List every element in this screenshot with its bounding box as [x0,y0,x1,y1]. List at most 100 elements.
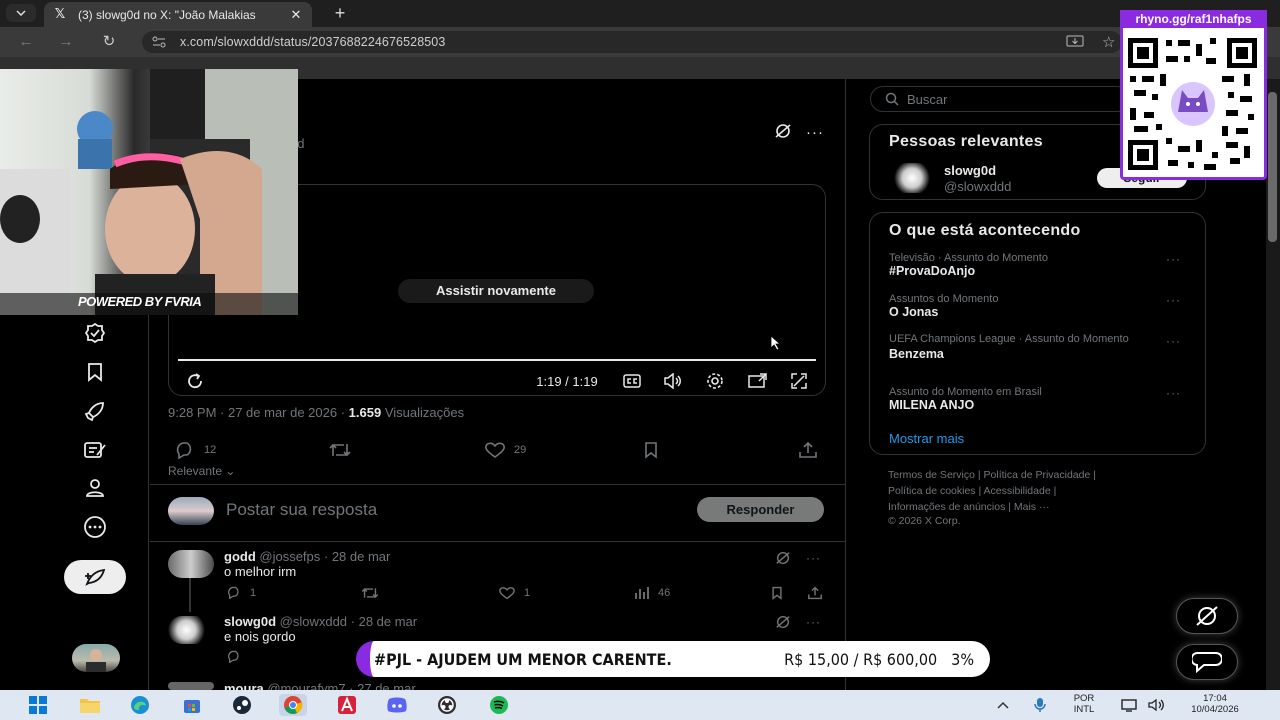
tab-search-dropdown[interactable] [6,4,36,22]
reply-author-handle[interactable]: @slowxddd · 28 de mar [280,614,417,629]
more-nav-icon[interactable] [80,514,110,540]
windows-start-icon[interactable] [24,694,52,716]
search-bar[interactable]: Buscar [870,86,1130,112]
browser-tab-active[interactable]: 𝕏 (3) slowg0d no X: "João Malakias ✕ [44,2,312,27]
trend-more-icon[interactable]: ··· [1166,252,1181,266]
input-language[interactable]: POR INTL [1066,693,1102,715]
clock[interactable]: 17:04 10/04/2026 [1180,693,1250,715]
verified-nav-icon[interactable] [80,320,110,346]
bookmarks-nav-icon[interactable] [80,359,110,385]
fullscreen-icon[interactable] [789,372,809,390]
trend-item[interactable]: Assunto do Momento em Brasil MILENA ANJO [889,386,1149,412]
reply-more-icon[interactable]: ··· [806,551,821,565]
articles-nav-icon[interactable] [80,437,110,463]
app-a-icon[interactable] [333,694,361,716]
user-avatar[interactable] [168,497,214,525]
reply-action-share[interactable] [807,586,823,600]
microphone-icon[interactable] [1026,694,1054,716]
reply-submit-button[interactable]: Responder [697,497,824,522]
reply-action[interactable]: 12 [174,440,216,460]
trend-name: MILENA ANJO [889,398,975,412]
bookmark-star-icon[interactable]: ☆ [1102,33,1115,51]
reload-icon[interactable]: ↻ [99,33,119,51]
reply-composer-input[interactable]: Postar sua resposta [226,500,377,520]
discord-icon[interactable] [383,694,411,716]
video-progress-bar[interactable] [178,359,816,361]
account-avatar[interactable] [72,644,120,672]
bookmark-action[interactable] [642,440,660,460]
repost-action[interactable] [328,440,360,460]
person-avatar[interactable] [889,163,935,193]
like-action[interactable]: 29 [484,440,526,460]
file-explorer-icon[interactable] [76,694,104,716]
reply-action-reply[interactable] [226,650,242,663]
captions-icon[interactable] [622,372,642,390]
person-name[interactable]: slowg0d [944,163,996,178]
grok-fab-button[interactable] [1176,598,1238,634]
reply-more-icon[interactable]: ··· [806,615,821,629]
rocket-nav-icon[interactable] [80,398,110,424]
picture-in-picture-icon[interactable] [748,372,768,390]
footer-accessibility-link[interactable]: Acessibilidade [984,485,1051,497]
reply-author-handle[interactable]: @mourafym7 · 27 de mar [267,681,415,690]
new-tab-button[interactable]: + [330,4,350,22]
share-action[interactable] [798,440,818,460]
network-icon[interactable] [1116,694,1144,716]
grok-icon[interactable] [774,122,792,140]
chrome-icon[interactable] [279,694,307,716]
microsoft-store-icon[interactable] [178,694,206,716]
replay-button[interactable]: Assistir novamente [398,279,594,303]
post-more-options-icon[interactable]: ··· [806,124,824,141]
reply-bubble-icon [228,586,239,599]
grok-icon[interactable] [775,614,791,630]
footer-more-link[interactable]: Mais ··· [1014,501,1050,513]
show-more-link[interactable]: Mostrar mais [889,431,964,446]
edge-browser-icon[interactable] [126,694,154,716]
trend-item[interactable]: UEFA Champions League · Assunto do Momen… [889,334,1151,362]
reply-action-bookmark[interactable] [770,586,784,600]
footer-terms-link[interactable]: Termos de Serviço [888,469,975,481]
obs-icon[interactable] [433,694,461,716]
footer-cookies-link[interactable]: Política de cookies [888,485,976,497]
install-app-icon[interactable] [1066,34,1084,48]
reply-avatar-moura[interactable] [168,682,214,690]
steam-icon[interactable] [228,694,256,716]
grok-icon[interactable] [775,550,791,566]
person-handle[interactable]: @slowxddd [944,179,1011,194]
forward-icon[interactable]: → [56,33,76,51]
trend-more-icon[interactable]: ··· [1166,386,1181,400]
reply-action-reply[interactable]: 1 [226,586,256,599]
reply-header: slowg0d @slowxddd · 28 de mar [224,614,417,629]
reply-action-repost[interactable] [360,586,380,600]
tray-overflow-chevron-icon[interactable] [989,694,1017,716]
trend-more-icon[interactable]: ··· [1166,293,1181,307]
reply-author-handle[interactable]: @jossefps · 28 de mar [259,549,390,564]
back-icon[interactable]: ← [16,33,36,51]
trend-item[interactable]: Assuntos do Momento O Jonas [889,293,1149,319]
settings-gear-icon[interactable] [705,372,725,390]
address-bar[interactable]: x.com/slowxddd/status/203768822467652850… [142,31,1122,53]
trend-item[interactable]: Televisão · Assunto do Momento #ProvaDoA… [889,252,1149,278]
volume-icon[interactable] [662,372,684,390]
compose-post-button[interactable] [64,560,126,594]
reply-author-name[interactable]: godd [224,549,256,564]
footer-ads-link[interactable]: Informações de anúncios [888,501,1005,513]
messages-fab-button[interactable] [1176,644,1238,680]
mouse-cursor-icon [770,335,782,351]
footer-privacy-link[interactable]: Política de Privacidade [984,469,1091,481]
tab-close-icon[interactable]: ✕ [288,7,304,23]
trend-more-icon[interactable]: ··· [1166,334,1181,348]
reply-author-name[interactable]: moura [224,681,264,690]
reply-sort-dropdown[interactable]: Relevante ⌄ [168,464,235,478]
speaker-icon[interactable] [1142,694,1170,716]
reply-author-name[interactable]: slowg0d [224,614,276,629]
replay-icon[interactable] [184,372,206,390]
spotify-icon[interactable] [485,694,513,716]
scrollbar-thumb[interactable] [1268,92,1277,242]
site-settings-icon[interactable] [152,36,166,48]
reply-action-like[interactable]: 1 [498,586,530,600]
reply-action-views[interactable]: 46 [634,586,670,599]
reply-avatar-godd[interactable] [168,550,214,578]
reply-avatar-slowg0d[interactable] [168,616,214,644]
profile-nav-icon[interactable] [80,475,110,501]
